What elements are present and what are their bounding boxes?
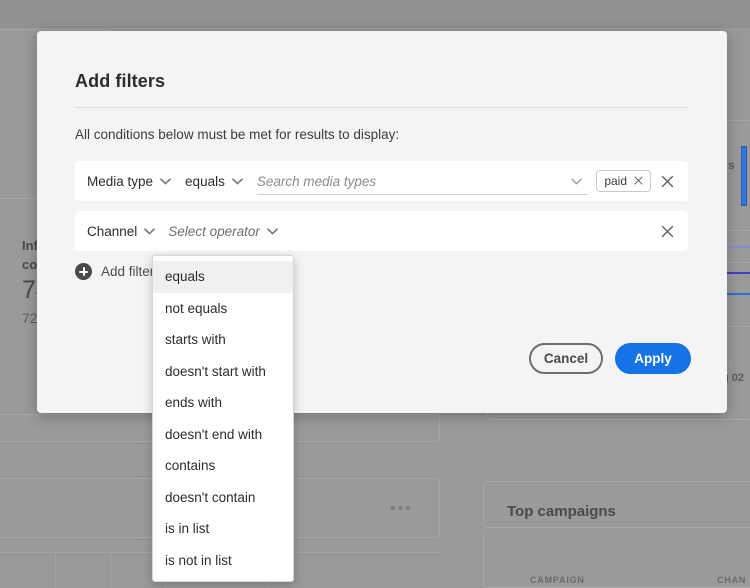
filter-row: Channel Select operator	[75, 211, 688, 251]
bg-chart-line-series-1	[728, 246, 750, 248]
operator-dropdown-menu: equals not equals starts with doesn't start…	[152, 255, 294, 582]
cancel-button[interactable]: Cancel	[529, 343, 603, 374]
chevron-down-icon	[232, 177, 243, 185]
operator-option[interactable]: is in list	[153, 513, 293, 545]
app-top-bar	[0, 0, 750, 28]
chevron-down-icon[interactable]	[571, 172, 583, 190]
plus-circle-icon	[75, 263, 92, 280]
bg-chart-line-series-2	[726, 272, 750, 274]
bg-card-campaigns-body	[483, 528, 750, 588]
attribute-select-1-label: Media type	[87, 173, 154, 189]
operator-option[interactable]: equals	[153, 261, 293, 293]
overflow-menu-icon[interactable]: •••	[390, 500, 413, 518]
operator-option[interactable]: starts with	[153, 324, 293, 356]
operator-option[interactable]: ends with	[153, 387, 293, 419]
chevron-down-icon	[144, 227, 156, 235]
operator-select-1[interactable]: equals	[171, 174, 243, 189]
remove-filter-row-button[interactable]	[661, 225, 674, 238]
chevron-down-icon	[267, 227, 278, 235]
bg-chart-line-series-3	[726, 293, 750, 295]
operator-option[interactable]: doesn't end with	[153, 419, 293, 451]
bg-campaigns-col-channel: CHAN	[717, 575, 747, 585]
media-type-search-placeholder: Search media types	[256, 173, 377, 189]
add-filters-dialog: Add filters All conditions below must be…	[37, 31, 727, 413]
bg-chart-bar	[741, 146, 747, 206]
operator-option[interactable]: is not in list	[153, 545, 293, 577]
media-type-search-input[interactable]: Search media types	[256, 167, 589, 195]
bg-campaigns-col-campaign: CAMPAIGN	[530, 575, 585, 585]
operator-select-1-label: equals	[185, 173, 225, 189]
attribute-select-2-label: Channel	[87, 223, 138, 239]
apply-button[interactable]: Apply	[615, 343, 691, 374]
bg-axis-tick	[730, 360, 731, 368]
bg-campaigns-title: Top campaigns	[507, 503, 616, 520]
input-underline	[256, 194, 589, 195]
dialog-title: Add filters	[75, 71, 166, 91]
chevron-down-icon	[160, 177, 171, 185]
attribute-select-2[interactable]: Channel	[75, 223, 156, 239]
bg-table-colsep	[55, 552, 56, 588]
title-divider	[75, 107, 688, 108]
operator-select-2-label: Select operator	[168, 223, 260, 239]
filter-row: Media type equals Search media types pai…	[75, 161, 688, 201]
selected-value-tag[interactable]: paid	[596, 170, 651, 192]
remove-filter-row-button[interactable]	[661, 175, 674, 188]
dialog-subtitle: All conditions below must be met for res…	[75, 127, 400, 142]
operator-select-2[interactable]: Select operator	[155, 224, 278, 239]
operator-option[interactable]: doesn't contain	[153, 482, 293, 514]
selected-value-tag-label: paid	[604, 174, 627, 188]
close-icon[interactable]	[634, 172, 643, 190]
attribute-select-1[interactable]: Media type	[75, 174, 171, 189]
operator-option[interactable]: not equals	[153, 293, 293, 325]
add-filter-label: Add filter	[101, 264, 155, 279]
bg-table-colsep	[110, 552, 111, 588]
add-filter-button[interactable]: Add filter	[75, 263, 154, 280]
bg-chart-title-fragment: s	[728, 158, 735, 172]
operator-option[interactable]: doesn't start with	[153, 356, 293, 388]
operator-option[interactable]: contains	[153, 450, 293, 482]
